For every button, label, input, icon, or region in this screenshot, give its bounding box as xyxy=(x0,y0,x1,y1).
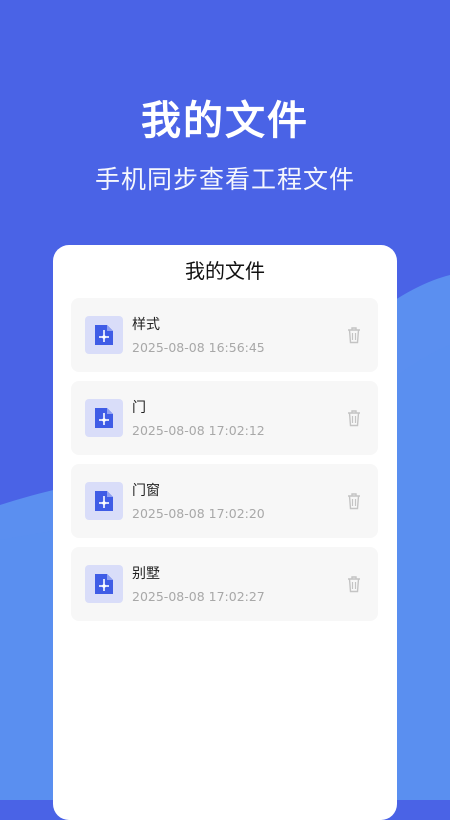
list-item[interactable]: 别墅 2025-08-08 17:02:27 xyxy=(71,547,378,621)
file-name: 门窗 xyxy=(132,483,160,499)
file-date: 2025-08-08 16:56:45 xyxy=(132,340,265,355)
cad-file-icon xyxy=(85,399,123,437)
list-item[interactable]: 样式 2025-08-08 16:56:45 xyxy=(71,298,378,372)
hero-title: 我的文件 xyxy=(141,98,309,144)
list-item[interactable]: 门 2025-08-08 17:02:12 xyxy=(71,381,378,455)
file-date: 2025-08-08 17:02:20 xyxy=(132,506,265,521)
hero-subtitle: 手机同步查看工程文件 xyxy=(94,165,355,194)
file-name: 门 xyxy=(132,400,146,416)
trash-icon[interactable] xyxy=(346,492,362,510)
file-name: 别墅 xyxy=(132,566,160,582)
cad-file-icon xyxy=(85,565,123,603)
file-date: 2025-08-08 17:02:12 xyxy=(132,423,265,438)
trash-icon[interactable] xyxy=(346,575,362,593)
card-title: 我的文件 xyxy=(185,259,265,283)
file-date: 2025-08-08 17:02:27 xyxy=(132,589,265,604)
files-card: 我的文件 样式 2025-08-08 16:56:45 门 2025-08-08… xyxy=(53,245,397,820)
trash-icon[interactable] xyxy=(346,409,362,427)
trash-icon[interactable] xyxy=(346,326,362,344)
file-list: 样式 2025-08-08 16:56:45 门 2025-08-08 17:0… xyxy=(71,298,378,630)
list-item[interactable]: 门窗 2025-08-08 17:02:20 xyxy=(71,464,378,538)
cad-file-icon xyxy=(85,482,123,520)
cad-file-icon xyxy=(85,316,123,354)
file-name: 样式 xyxy=(132,317,160,333)
